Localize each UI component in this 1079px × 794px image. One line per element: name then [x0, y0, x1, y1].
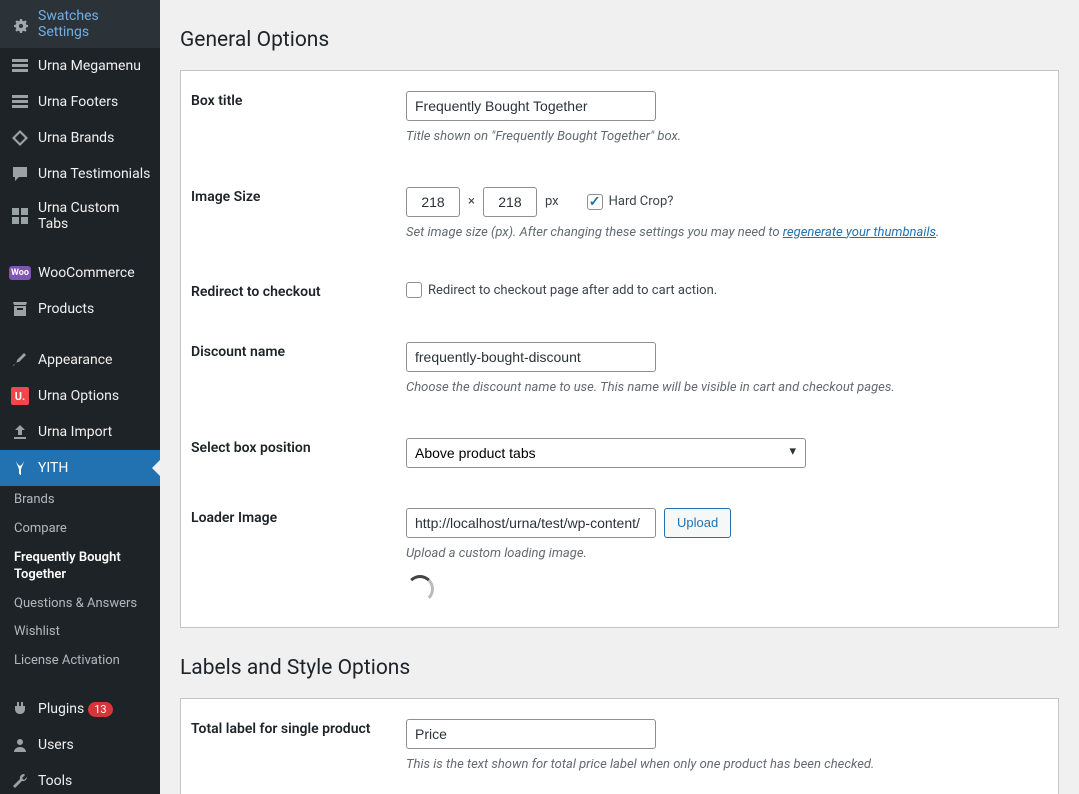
box-title-input[interactable]: [406, 91, 656, 121]
wrench-icon: [10, 771, 30, 791]
menu-woocommerce[interactable]: Woo WooCommerce: [0, 255, 160, 291]
menu-appearance[interactable]: Appearance: [0, 342, 160, 378]
discount-name-input[interactable]: [406, 342, 656, 372]
menu-tools[interactable]: Tools: [0, 763, 160, 794]
plugin-icon: [10, 699, 30, 719]
redirect-label: Redirect to checkout: [181, 282, 406, 302]
field-total-single: Total label for single product This is t…: [181, 699, 1058, 794]
menu-label: Tools: [38, 773, 72, 789]
submenu-brands[interactable]: Brands: [0, 486, 160, 515]
discount-name-label: Discount name: [181, 342, 406, 398]
field-image-size: Image Size × px Hard Crop? Set image siz…: [181, 167, 1058, 263]
redirect-checkbox[interactable]: [406, 282, 422, 298]
submenu-compare[interactable]: Compare: [0, 515, 160, 544]
times-symbol: ×: [468, 194, 475, 209]
menu-label: Urna Testimonials: [38, 166, 150, 182]
settings-content: General Options Box title Title shown on…: [160, 0, 1079, 794]
menu-plugins[interactable]: Plugins 13: [0, 691, 160, 727]
total-single-label: Total label for single product: [181, 719, 406, 775]
field-discount-name: Discount name Choose the discount name t…: [181, 322, 1058, 418]
select-box-position-select[interactable]: Above product tabs: [406, 438, 806, 468]
loader-image-label: Loader Image: [181, 508, 406, 608]
upload-icon: [10, 422, 30, 442]
menu-products[interactable]: Products: [0, 291, 160, 327]
submenu-questions-answers[interactable]: Questions & Answers: [0, 590, 160, 619]
menu-separator: [0, 332, 160, 337]
menu-label: Urna Custom Tabs: [38, 200, 152, 232]
submenu-frequently-bought-together[interactable]: Frequently Bought Together: [0, 544, 160, 590]
section-general-heading: General Options: [180, 20, 1059, 60]
loader-image-input[interactable]: [406, 508, 656, 538]
tag-icon: [10, 128, 30, 148]
menu-urna-megamenu[interactable]: Urna Megamenu: [0, 48, 160, 84]
grid-icon: [10, 206, 30, 226]
px-label: px: [545, 194, 559, 209]
menu-label: Urna Footers: [38, 94, 118, 110]
image-size-label: Image Size: [181, 187, 406, 243]
menu-users[interactable]: Users: [0, 727, 160, 763]
user-icon: [10, 735, 30, 755]
hard-crop-label: Hard Crop?: [609, 194, 674, 209]
archive-icon: [10, 299, 30, 319]
layout-icon: [10, 92, 30, 112]
menu-yith[interactable]: YITH: [0, 450, 160, 486]
field-select-box-position: Select box position Above product tabs: [181, 418, 1058, 488]
menu-swatches-settings[interactable]: Swatches Settings: [0, 0, 160, 48]
field-loader-image: Loader Image Upload Upload a custom load…: [181, 488, 1058, 628]
image-size-desc: Set image size (px). After changing thes…: [406, 223, 1048, 243]
chat-icon: [10, 164, 30, 184]
hard-crop-checkbox-wrap[interactable]: Hard Crop?: [587, 194, 674, 210]
plugin-update-badge: 13: [88, 702, 112, 717]
menu-label: Urna Megamenu: [38, 58, 141, 74]
labels-style-panel: Total label for single product This is t…: [180, 698, 1059, 794]
menu-urna-import[interactable]: Urna Import: [0, 414, 160, 450]
menu-label: Plugins: [38, 701, 84, 717]
image-width-input[interactable]: [406, 187, 460, 217]
menu-urna-custom-tabs[interactable]: Urna Custom Tabs: [0, 192, 160, 240]
menu-label: Swatches Settings: [38, 8, 152, 40]
gear-icon: [10, 14, 30, 34]
section-labels-heading: Labels and Style Options: [180, 648, 1059, 688]
menu-separator: [0, 681, 160, 686]
layout-icon: [10, 56, 30, 76]
menu-separator: [0, 245, 160, 250]
redirect-checkbox-label: Redirect to checkout page after add to c…: [428, 283, 717, 298]
menu-label: Products: [38, 301, 94, 317]
upload-button[interactable]: Upload: [664, 508, 731, 538]
menu-urna-brands[interactable]: Urna Brands: [0, 120, 160, 156]
box-title-desc: Title shown on "Frequently Bought Togeth…: [406, 127, 1048, 147]
general-options-panel: Box title Title shown on "Frequently Bou…: [180, 70, 1059, 628]
woocommerce-icon: Woo: [10, 263, 30, 283]
total-single-desc: This is the text shown for total price l…: [406, 755, 1048, 775]
menu-label: WooCommerce: [38, 265, 135, 281]
redirect-checkbox-wrap[interactable]: Redirect to checkout page after add to c…: [406, 282, 717, 298]
menu-urna-footers[interactable]: Urna Footers: [0, 84, 160, 120]
box-title-label: Box title: [181, 91, 406, 147]
menu-label: Appearance: [38, 352, 112, 368]
loader-image-desc: Upload a custom loading image.: [406, 544, 1048, 564]
menu-label: Users: [38, 737, 74, 753]
field-box-title: Box title Title shown on "Frequently Bou…: [181, 71, 1058, 167]
menu-urna-options[interactable]: U. Urna Options: [0, 378, 160, 414]
urna-options-icon: U.: [10, 386, 30, 406]
hard-crop-checkbox[interactable]: [587, 194, 603, 210]
brush-icon: [10, 350, 30, 370]
select-box-position-label: Select box position: [181, 438, 406, 468]
menu-label: Urna Brands: [38, 130, 114, 146]
image-height-input[interactable]: [483, 187, 537, 217]
discount-name-desc: Choose the discount name to use. This na…: [406, 378, 1048, 398]
submenu-license-activation[interactable]: License Activation: [0, 647, 160, 676]
yith-icon: [10, 458, 30, 478]
menu-label: YITH: [38, 460, 68, 476]
admin-sidebar: Swatches Settings Urna Megamenu Urna Foo…: [0, 0, 160, 794]
field-redirect-checkout: Redirect to checkout Redirect to checkou…: [181, 262, 1058, 322]
menu-label: Urna Options: [38, 388, 119, 404]
submenu-wishlist[interactable]: Wishlist: [0, 618, 160, 647]
menu-urna-testimonials[interactable]: Urna Testimonials: [0, 156, 160, 192]
total-single-input[interactable]: [406, 719, 656, 749]
menu-label: Urna Import: [38, 424, 112, 440]
regenerate-thumbnails-link[interactable]: regenerate your thumbnails: [783, 225, 936, 240]
loader-spinner-icon: [406, 575, 434, 603]
